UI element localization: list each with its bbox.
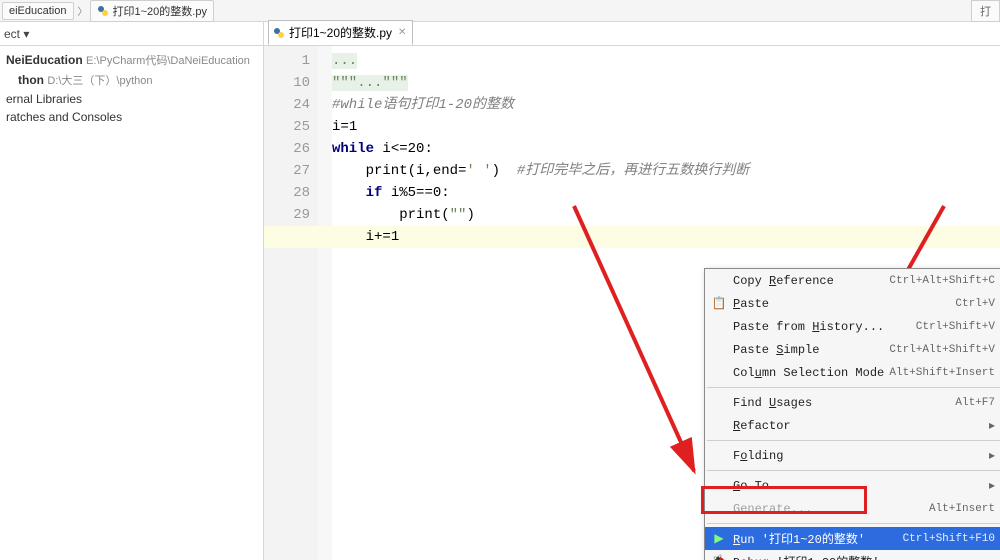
- code-line[interactable]: #while语句打印1-20的整数: [332, 94, 1000, 116]
- code-line[interactable]: print(""): [332, 204, 1000, 226]
- breadcrumb-file-label: 打印1~20的整数.py: [113, 3, 207, 19]
- menu-item-label: Refactor: [733, 419, 791, 433]
- menu-shortcut: Ctrl+Alt+Shift+V: [889, 344, 995, 356]
- fold-gutter: [318, 46, 332, 560]
- menu-shortcut: Alt+Insert: [929, 503, 995, 515]
- python-icon: [273, 27, 285, 39]
- menu-item[interactable]: Column Selection Mode Alt+Shift+Insert: [705, 361, 1000, 384]
- chevron-right-icon: ▸: [989, 418, 995, 433]
- chevron-right-icon: ▸: [989, 448, 995, 463]
- menu-shortcut: Ctrl+V: [955, 298, 995, 310]
- editor-pane[interactable]: 11024252627282930 ..."""..."""#while语句打印…: [264, 46, 1000, 560]
- tree-item-project[interactable]: NeiEducation E:\PyCharm代码\DaNeiEducation: [0, 50, 263, 70]
- code-line[interactable]: ...: [332, 50, 1000, 72]
- menu-item[interactable]: Folding ▸: [705, 444, 1000, 467]
- menu-item[interactable]: Find Usages Alt+F7: [705, 391, 1000, 414]
- menu-item-label: Go To: [733, 479, 769, 493]
- menu-item[interactable]: Go To ▸: [705, 474, 1000, 497]
- chevron-icon: 〉: [78, 3, 88, 18]
- project-tree[interactable]: NeiEducation E:\PyCharm代码\DaNeiEducation…: [0, 46, 264, 560]
- menu-item[interactable]: 🐞 Debug '打印1~20的整数': [705, 550, 1000, 560]
- menu-item-label: Generate...: [733, 502, 812, 516]
- menu-separator: [707, 470, 1000, 471]
- tab-file[interactable]: 打印1~20的整数.py ✕: [268, 20, 413, 45]
- menu-separator: [707, 523, 1000, 524]
- toolbar-right-button[interactable]: 打: [971, 0, 1000, 22]
- menu-shortcut: Ctrl+Alt+Shift+C: [889, 275, 995, 287]
- menu-item[interactable]: Refactor ▸: [705, 414, 1000, 437]
- menu-shortcut: Ctrl+Shift+F10: [903, 533, 995, 545]
- project-dropdown[interactable]: ect ▾: [0, 22, 264, 45]
- menu-shortcut: Alt+Shift+Insert: [889, 367, 995, 379]
- menu-item[interactable]: Paste from History... Ctrl+Shift+V: [705, 315, 1000, 338]
- menu-shortcut: Alt+F7: [955, 397, 995, 409]
- tab-file-label: 打印1~20的整数.py: [289, 24, 392, 41]
- menu-item[interactable]: ▶ Run '打印1~20的整数' Ctrl+Shift+F10: [705, 527, 1000, 550]
- menu-item-label: Folding: [733, 449, 783, 463]
- menu-item[interactable]: 📋 Paste Ctrl+V: [705, 292, 1000, 315]
- breadcrumb-project[interactable]: eiEducation: [2, 2, 74, 20]
- code-area[interactable]: ..."""..."""#while语句打印1-20的整数i=1while i<…: [332, 50, 1000, 248]
- code-line[interactable]: i+=1: [332, 226, 1000, 248]
- menu-item[interactable]: Copy Reference Ctrl+Alt+Shift+C: [705, 269, 1000, 292]
- code-line[interactable]: """...""": [332, 72, 1000, 94]
- context-menu: Copy Reference Ctrl+Alt+Shift+C 📋 Paste Ctrl…: [704, 268, 1000, 560]
- close-icon[interactable]: ✕: [398, 27, 406, 38]
- menu-item-label: Find Usages: [733, 396, 812, 410]
- menu-item-label: Debug '打印1~20的整数': [733, 553, 879, 560]
- tree-item-scratches[interactable]: ratches and Consoles: [0, 108, 263, 126]
- paste-icon: 📋: [711, 296, 727, 311]
- tree-item-ext-libs[interactable]: ernal Libraries: [0, 90, 263, 108]
- menu-item-label: Column Selection Mode: [733, 366, 884, 380]
- code-line[interactable]: i=1: [332, 116, 1000, 138]
- run-icon: ▶: [711, 531, 727, 546]
- menu-item: Generate... Alt+Insert: [705, 497, 1000, 520]
- editor-tabs: 打印1~20的整数.py ✕: [264, 22, 413, 45]
- menu-item-label: Paste: [733, 297, 769, 311]
- gutter: 11024252627282930: [264, 46, 318, 560]
- chevron-right-icon: ▸: [989, 478, 995, 493]
- menu-separator: [707, 387, 1000, 388]
- breadcrumb-bar: eiEducation 〉 打印1~20的整数.py 打: [0, 0, 1000, 22]
- toolbar-row: ect ▾ 打印1~20的整数.py ✕: [0, 22, 1000, 46]
- code-line[interactable]: print(i,end=' ') #打印完毕之后，再进行五数换行判断: [332, 160, 1000, 182]
- menu-separator: [707, 440, 1000, 441]
- tree-item-python[interactable]: thon D:\大三（下）\python: [0, 70, 263, 90]
- menu-item-label: Paste from History...: [733, 320, 884, 334]
- bug-icon: 🐞: [711, 554, 727, 560]
- python-icon: [97, 5, 109, 17]
- code-line[interactable]: if i%5==0:: [332, 182, 1000, 204]
- breadcrumb-file[interactable]: 打印1~20的整数.py: [90, 0, 214, 22]
- menu-shortcut: Ctrl+Shift+V: [916, 321, 995, 333]
- menu-item[interactable]: Paste Simple Ctrl+Alt+Shift+V: [705, 338, 1000, 361]
- menu-item-label: Paste Simple: [733, 343, 819, 357]
- menu-item-label: Copy Reference: [733, 274, 834, 288]
- menu-item-label: Run '打印1~20的整数': [733, 530, 865, 547]
- code-line[interactable]: while i<=20:: [332, 138, 1000, 160]
